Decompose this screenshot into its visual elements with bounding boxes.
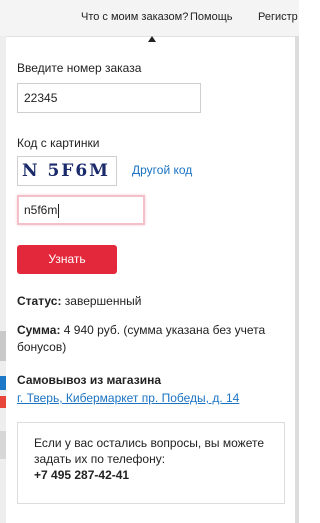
pickup-title-text: Самовывоз из магазина: [17, 373, 161, 387]
sum-line: Сумма: 4 940 руб. (сумма указана без уче…: [17, 322, 279, 356]
order-number-label: Введите номер заказа: [17, 61, 142, 75]
sum-label: Сумма:: [17, 323, 61, 337]
captcha-input-value: n5f6m: [24, 203, 58, 217]
nav-help-link[interactable]: Помощь: [190, 11, 233, 23]
nav-order-status-link[interactable]: Что с моим заказом?: [81, 11, 188, 23]
status-line: Статус: завершенный: [17, 293, 141, 310]
captcha-image: N 5F6M: [17, 156, 117, 186]
pickup-address-link[interactable]: г. Тверь, Кибермаркет пр. Победы, д. 14: [17, 391, 239, 405]
text-cursor: [58, 203, 60, 218]
background-page-right-edge: [295, 36, 299, 523]
order-number-input[interactable]: 22345: [17, 83, 201, 113]
captcha-image-text: N 5F6M: [22, 161, 111, 181]
contact-text: Если у вас остались вопросы, вы можете з…: [34, 436, 265, 466]
pickup-title: Самовывоз из магазина: [17, 372, 161, 389]
captcha-input[interactable]: n5f6m: [17, 195, 145, 225]
contact-phone: +7 495 287-42-41: [34, 468, 130, 482]
captcha-label: Код с картинки: [17, 136, 100, 150]
order-status-popup: Введите номер заказа 22345 Код с картинк…: [6, 42, 295, 523]
top-navigation: Что с моим заказом? Помощь Регистр: [0, 0, 299, 37]
submit-button[interactable]: Узнать: [17, 245, 117, 274]
captcha-refresh-link[interactable]: Другой код: [132, 163, 192, 177]
nav-register-link[interactable]: Регистр: [258, 11, 298, 23]
status-value: завершенный: [64, 294, 142, 308]
status-label: Статус:: [17, 294, 62, 308]
contact-box: Если у вас остались вопросы, вы можете з…: [17, 422, 285, 504]
